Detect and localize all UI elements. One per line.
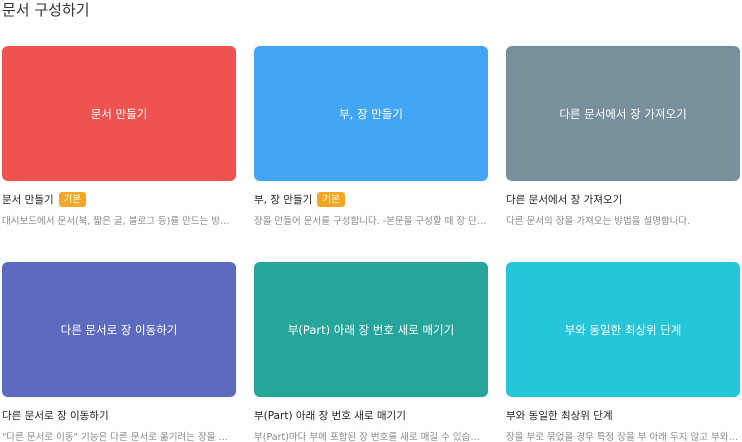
card-description: 대시보드에서 문서(북, 짧은 글, 블로그 등)를 만드는 방법을 설명합니다… xyxy=(2,216,236,227)
card-thumbnail-label: 다른 문서로 장 이동하기 xyxy=(60,322,178,337)
card-thumbnail-label: 문서 만들기 xyxy=(90,106,148,121)
card-title-row: 다른 문서에서 장 가져오기 xyxy=(506,191,740,207)
card-thumbnail-label: 부, 장 만들기 xyxy=(339,106,403,121)
section-title: 문서 구성하기 xyxy=(2,1,90,19)
card-title[interactable]: 문서 만들기 xyxy=(2,192,54,207)
card-description: 장을 만들어 문서를 구성합니다. -본문을 구성할 때 장 단위로 구성합니다… xyxy=(254,216,488,227)
card-thumbnail[interactable]: 부(Part) 아래 장 번호 새로 매기기 xyxy=(254,262,488,397)
card-title[interactable]: 부(Part) 아래 장 번호 새로 매기기 xyxy=(254,408,406,423)
card-description: "다른 문서로 이동" 기능은 다른 문서로 옮기려는 장을 이동합니다. xyxy=(2,432,236,442)
card-move-chapter[interactable]: 다른 문서로 장 이동하기 다른 문서로 장 이동하기 "다른 문서로 이동" … xyxy=(2,262,236,442)
card-thumbnail-label: 부(Part) 아래 장 번호 새로 매기기 xyxy=(287,322,455,337)
card-import-chapter[interactable]: 다른 문서에서 장 가져오기 다른 문서에서 장 가져오기 다른 문서의 장을 … xyxy=(506,46,740,227)
card-thumbnail[interactable]: 부, 장 만들기 xyxy=(254,46,488,181)
card-renumber-chapters[interactable]: 부(Part) 아래 장 번호 새로 매기기 부(Part) 아래 장 번호 새… xyxy=(254,262,488,442)
card-top-level-same-as-part[interactable]: 부와 동일한 최상위 단계 부와 동일한 최상위 단계 장을 부로 묶었을 경우… xyxy=(506,262,740,442)
card-title[interactable]: 부, 장 만들기 xyxy=(254,192,312,207)
card-title-row: 부와 동일한 최상위 단계 xyxy=(506,407,740,423)
card-create-document[interactable]: 문서 만들기 문서 만들기 기본 대시보드에서 문서(북, 짧은 글, 블로그 … xyxy=(2,46,236,227)
card-title-row: 다른 문서로 장 이동하기 xyxy=(2,407,236,423)
card-thumbnail[interactable]: 다른 문서에서 장 가져오기 xyxy=(506,46,740,181)
card-title-row: 부, 장 만들기 기본 xyxy=(254,191,488,207)
card-title-row: 부(Part) 아래 장 번호 새로 매기기 xyxy=(254,407,488,423)
card-title[interactable]: 부와 동일한 최상위 단계 xyxy=(506,408,613,423)
card-title-row: 문서 만들기 기본 xyxy=(2,191,236,207)
card-thumbnail[interactable]: 다른 문서로 장 이동하기 xyxy=(2,262,236,397)
card-thumbnail-label: 부와 동일한 최상위 단계 xyxy=(564,322,682,337)
basic-badge: 기본 xyxy=(317,191,345,207)
card-description: 장을 부로 묶었을 경우 특정 장을 부 아래 두지 않고 부와 동일한 단계로… xyxy=(506,432,740,442)
card-create-part-chapter[interactable]: 부, 장 만들기 부, 장 만들기 기본 장을 만들어 문서를 구성합니다. -… xyxy=(254,46,488,227)
card-description: 다른 문서의 장을 가져오는 방법을 설명합니다. xyxy=(506,216,691,227)
card-thumbnail[interactable]: 부와 동일한 최상위 단계 xyxy=(506,262,740,397)
card-description: 부(Part)마다 부에 포함된 장 번호를 새로 매길 수 있습니다. xyxy=(254,432,488,442)
card-thumbnail-label: 다른 문서에서 장 가져오기 xyxy=(559,106,687,121)
card-title[interactable]: 다른 문서로 장 이동하기 xyxy=(2,408,109,423)
card-title[interactable]: 다른 문서에서 장 가져오기 xyxy=(506,192,622,207)
card-thumbnail[interactable]: 문서 만들기 xyxy=(2,46,236,181)
page: 문서 구성하기 문서 만들기 문서 만들기 기본 대시보드에서 문서(북, 짧은… xyxy=(0,0,742,442)
basic-badge: 기본 xyxy=(58,191,87,207)
